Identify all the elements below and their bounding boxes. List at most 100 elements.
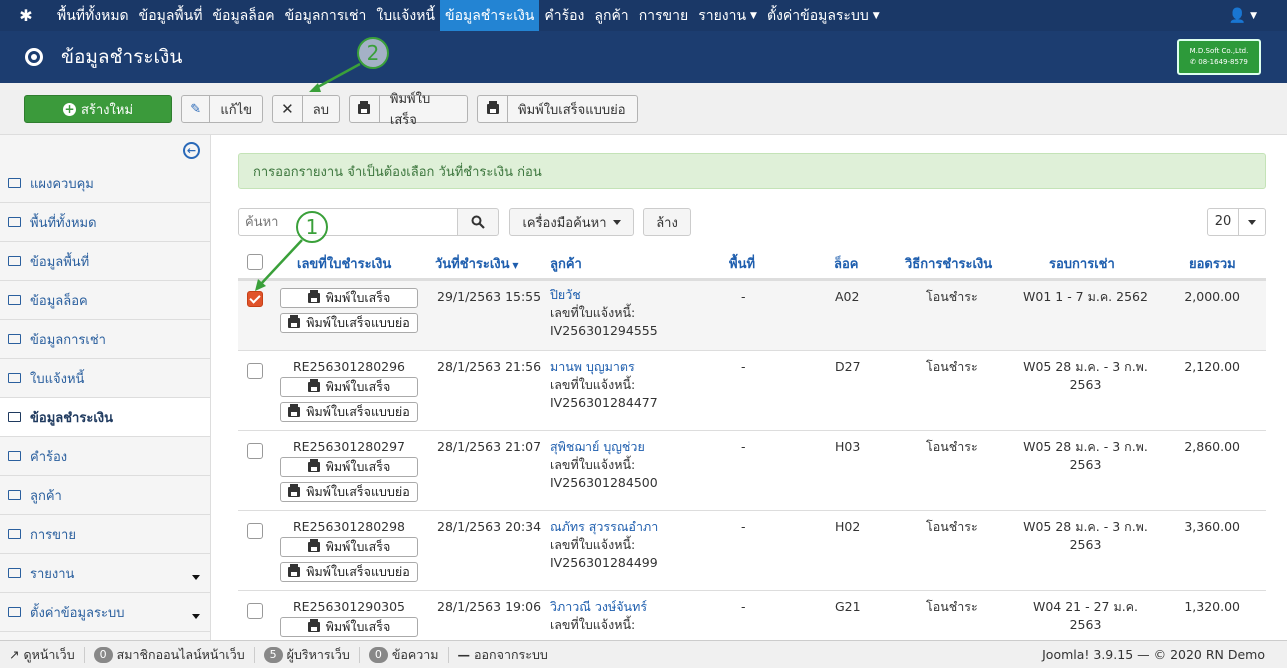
logout-link[interactable]: — ออกจากระบบ	[449, 647, 557, 663]
admins-online[interactable]: 5 ผู้บริหารเว็บ	[255, 646, 360, 663]
nav-item-sales[interactable]: การขาย	[634, 0, 694, 31]
sidebar-item-payments[interactable]: ข้อมูลชำระเงิน	[0, 398, 210, 437]
list-limit-select[interactable]: 20	[1207, 208, 1266, 236]
col-header-date[interactable]: วันที่ชำระเงิน ▼	[435, 253, 518, 274]
sidebar-item-customers[interactable]: ลูกค้า	[0, 476, 210, 515]
print-label: พิมพ์ใบเสร็จ	[325, 619, 391, 634]
sidebar-item-sales[interactable]: การขาย	[0, 515, 210, 554]
invoice-number: IV256301284500	[550, 475, 658, 490]
select-all-checkbox[interactable]	[247, 254, 263, 270]
clear-button[interactable]: ล้าง	[643, 208, 691, 236]
row-checkbox[interactable]	[247, 603, 263, 619]
nav-item-customers[interactable]: ลูกค้า	[589, 0, 633, 31]
row-checkbox[interactable]	[247, 291, 263, 307]
joomla-logo-icon[interactable]: ✱	[0, 0, 52, 31]
customer-link[interactable]: วิภาวณี วงษ์จันทร์	[550, 599, 647, 614]
sidebar-item-settings[interactable]: ตั้งค่าข้อมูลระบบ	[0, 593, 210, 632]
customer-cell: ปิยวัชเลขที่ใบแจ้งหนี้: IV256301294555	[550, 286, 658, 340]
print-short-receipt-button[interactable]: พิมพ์ใบเสร็จแบบย่อ	[280, 313, 418, 333]
print-receipt-button[interactable]: พิมพ์ใบเสร็จ	[280, 457, 418, 477]
period-cell: W04 21 - 27 ม.ค. 2563	[1032, 599, 1139, 632]
period-cell: W05 28 ม.ค. - 3 ก.พ. 2563	[1023, 439, 1148, 472]
print-receipt-button[interactable]: พิมพ์ใบเสร็จ	[349, 92, 468, 128]
user-menu[interactable]: 👤 ▼	[1229, 0, 1287, 31]
sidebar-item-invoices[interactable]: ใบแจ้งหนี้	[0, 359, 210, 398]
invoice-label: เลขที่ใบแจ้งหนี้:	[550, 305, 636, 320]
customer-link[interactable]: สุพิชฌาย์ บุญช่วย	[550, 439, 645, 454]
customer-link[interactable]: ปิยวัช	[550, 287, 581, 302]
nav-item-payments[interactable]: ข้อมูลชำระเงิน	[440, 0, 540, 31]
caret-down-icon: ▼	[750, 10, 757, 21]
payment-number: RE256301280297	[292, 439, 406, 454]
delete-button[interactable]: ✕ ลบ	[272, 95, 340, 123]
sidebar-item-rental-info[interactable]: ข้อมูลการเช่า	[0, 320, 210, 359]
nav-item-reports[interactable]: รายงาน ▼	[693, 0, 762, 31]
nav-item-requests[interactable]: คำร้อง	[539, 0, 589, 31]
row-checkbox[interactable]	[247, 363, 263, 379]
new-button[interactable]: + สร้างใหม่	[24, 95, 172, 123]
folder-icon	[8, 295, 21, 305]
invoice-number: IV256301284499	[550, 555, 658, 570]
edit-button[interactable]: ✎ แก้ไข	[181, 95, 263, 123]
print-receipt-button[interactable]: พิมพ์ใบเสร็จ	[280, 377, 418, 397]
col-header-number[interactable]: เลขที่ใบชำระเงิน	[297, 253, 391, 274]
page-header: ข้อมูลชำระเงิน M.D.Soft Co.,Ltd. ✆ 08-16…	[0, 31, 1287, 83]
messages-label: ข้อความ	[391, 646, 439, 662]
sidebar-item-dashboard[interactable]: แผงควบคุม	[0, 164, 210, 203]
print-receipt-button[interactable]: พิมพ์ใบเสร็จ	[280, 617, 418, 637]
search-tools-button[interactable]: เครื่องมือค้นหา	[509, 208, 634, 236]
payment-date: 29/1/2563 15:55	[437, 289, 542, 304]
sidebar-item-lock-info[interactable]: ข้อมูลล็อค	[0, 281, 210, 320]
period-cell: W05 28 ม.ค. - 3 ก.พ. 2563	[1023, 519, 1148, 552]
method-cell: โอนชำระ	[926, 359, 978, 374]
top-navbar: ✱ พื้นที่ทั้งหมด ข้อมูลพื้นที่ ข้อมูลล็อ…	[0, 0, 1287, 31]
close-icon: ✕	[273, 96, 303, 122]
print-short-receipt-button[interactable]: พิมพ์ใบเสร็จแบบย่อ	[280, 402, 418, 422]
search-input[interactable]	[238, 208, 458, 236]
print-receipt-button[interactable]: พิมพ์ใบเสร็จ	[280, 537, 418, 557]
col-header-lock[interactable]: ล็อค	[834, 253, 858, 274]
sidebar-item-area-info[interactable]: ข้อมูลพื้นที่	[0, 242, 210, 281]
brand-logo: M.D.Soft Co.,Ltd. ✆ 08-1649-8579	[1177, 39, 1261, 75]
sidebar-item-all-areas[interactable]: พื้นที่ทั้งหมด	[0, 203, 210, 242]
invoice-label: เลขที่ใบแจ้งหนี้:	[550, 377, 636, 392]
customer-link[interactable]: ณภัทร สุวรรณอำภา	[550, 519, 658, 534]
row-checkbox[interactable]	[247, 443, 263, 459]
period-cell: W01 1 - 7 ม.ค. 2562	[1023, 289, 1148, 304]
sidebar: ← แผงควบคุม พื้นที่ทั้งหมด ข้อมูลพื้นที่…	[0, 135, 211, 640]
col-header-total[interactable]: ยอดรวม	[1189, 253, 1236, 274]
sidebar-item-reports[interactable]: รายงาน	[0, 554, 210, 593]
row-checkbox[interactable]	[247, 523, 263, 539]
sidebar-item-requests[interactable]: คำร้อง	[0, 437, 210, 476]
col-header-payment-method[interactable]: วิธีการชำระเงิน	[905, 253, 992, 274]
logout-label: ออกจากระบบ	[474, 646, 548, 662]
payment-date: 28/1/2563 19:06	[437, 599, 542, 614]
nav-item-all-areas[interactable]: พื้นที่ทั้งหมด	[52, 0, 134, 31]
view-site-link[interactable]: ↗ ดูหน้าเว็บ	[0, 646, 85, 663]
customer-link[interactable]: มานพ บุญมาตร	[550, 359, 635, 374]
print-short-receipt-button[interactable]: พิมพ์ใบเสร็จแบบย่อ	[280, 482, 418, 502]
col-header-rental-period[interactable]: รอบการเช่า	[1049, 253, 1115, 274]
print-short-receipt-button[interactable]: พิมพ์ใบเสร็จแบบย่อ	[477, 95, 638, 123]
invoice-number: IV256301294555	[550, 323, 658, 338]
messages[interactable]: 0 ข้อความ	[360, 646, 449, 663]
print-receipt-button[interactable]: พิมพ์ใบเสร็จ	[280, 288, 418, 308]
print-short-receipt-button[interactable]: พิมพ์ใบเสร็จแบบย่อ	[280, 562, 418, 582]
nav-label: พื้นที่ทั้งหมด	[57, 7, 129, 24]
nav-item-area-info[interactable]: ข้อมูลพื้นที่	[134, 0, 208, 31]
printer-icon	[478, 96, 508, 122]
col-header-customer[interactable]: ลูกค้า	[550, 253, 582, 274]
sidebar-item-label: การขาย	[30, 527, 76, 543]
invoice-number: IV256301284477	[550, 395, 658, 410]
area-cell: -	[741, 439, 746, 454]
online-members[interactable]: 0 สมาชิกออนไลน์หน้าเว็บ	[85, 646, 255, 663]
nav-item-invoices[interactable]: ใบแจ้งหนี้	[371, 0, 440, 31]
nav-item-settings[interactable]: ตั้งค่าข้อมูลระบบ ▼	[762, 0, 885, 31]
collapse-sidebar-icon[interactable]: ←	[183, 142, 200, 159]
nav-item-lock-info[interactable]: ข้อมูลล็อค	[207, 0, 279, 31]
search-tools-label: เครื่องมือค้นหา	[522, 215, 607, 231]
nav-item-rental-info[interactable]: ข้อมูลการเช่า	[280, 0, 372, 31]
search-button[interactable]	[457, 208, 499, 236]
lock-cell: A02	[835, 289, 860, 304]
col-header-area[interactable]: พื้นที่	[729, 253, 755, 274]
